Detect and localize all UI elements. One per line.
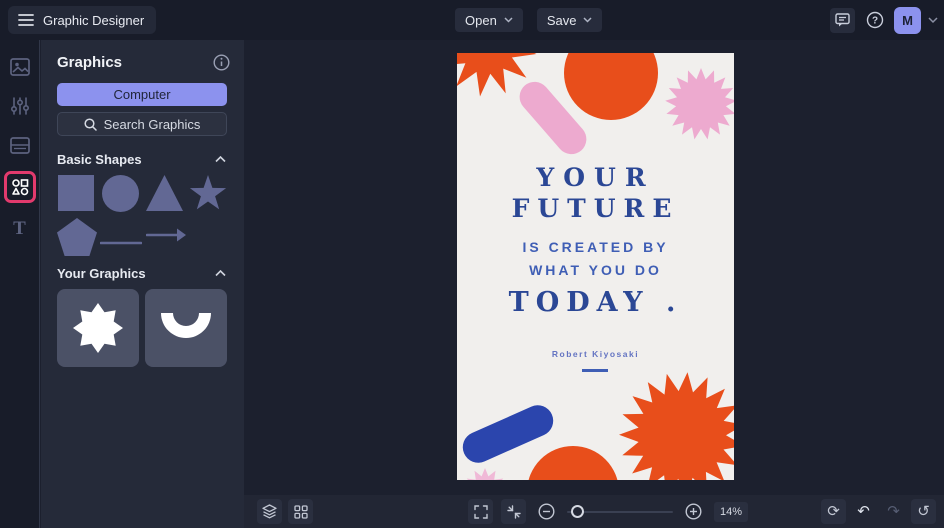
templates-icon [9, 136, 30, 154]
poster-artboard[interactable]: YOUR FUTURE IS CREATED BY WHAT YOU DO TO… [457, 53, 734, 480]
your-graphic-arc-tile[interactable] [145, 289, 227, 367]
quote-line-4: WHAT YOU DO [529, 262, 662, 278]
quote-line-5: TODAY . [508, 287, 683, 318]
fullscreen-icon [473, 504, 488, 519]
chat-icon [835, 13, 850, 27]
reset-history-button[interactable]: ↺ [911, 499, 936, 524]
eight-point-star-icon [73, 303, 123, 353]
basic-shapes-label: Basic Shapes [57, 152, 142, 167]
panel-title: Graphics [57, 54, 123, 71]
your-graphics-label: Your Graphics [57, 266, 146, 281]
file-actions: Open Save [455, 8, 603, 32]
bottom-toolbar: 14% ⟳ ↶ ↷ ↺ [244, 495, 944, 528]
shape-line[interactable] [99, 233, 143, 248]
redo-button[interactable]: ↷ [881, 499, 906, 524]
fit-to-screen-icon [506, 504, 521, 519]
circle-bottom [528, 446, 618, 480]
quote-line-1: YOUR [536, 163, 655, 192]
graphics-panel: Graphics Computer Search Graphics Basic … [41, 40, 244, 528]
computer-button[interactable]: Computer [57, 83, 227, 106]
app-title: Graphic Designer [43, 12, 145, 28]
starburst-bottom-right [619, 372, 734, 480]
hamburger-menu-icon [18, 14, 34, 26]
zoom-level-display[interactable]: 14% [714, 501, 748, 522]
your-graphics-section-header[interactable]: Your Graphics [57, 266, 226, 281]
grid-icon [293, 504, 308, 519]
help-button[interactable]: ? [862, 8, 887, 33]
sidebar-item-images[interactable] [7, 54, 33, 80]
chevron-down-icon [583, 17, 592, 23]
search-icon [84, 117, 97, 131]
layers-icon [262, 504, 277, 519]
shape-arrow[interactable] [145, 228, 186, 245]
zoom-slider-handle[interactable] [571, 504, 584, 518]
help-icon: ? [866, 11, 883, 29]
app-window: Graphic Designer Open Save ? M T Graphic… [0, 0, 944, 528]
shape-square[interactable] [58, 175, 94, 214]
user-avatar[interactable]: M [894, 6, 921, 34]
layers-button[interactable] [257, 499, 282, 524]
refresh-icon: ⟳ [827, 502, 840, 520]
author-underline [582, 369, 608, 372]
graphics-icon [11, 179, 28, 196]
chevron-down-icon [504, 17, 513, 23]
svg-text:?: ? [871, 16, 877, 27]
fullscreen-button[interactable] [468, 499, 493, 524]
info-icon[interactable] [213, 54, 230, 71]
sidebar-item-text[interactable]: T [7, 216, 33, 242]
save-button[interactable]: Save [536, 8, 603, 32]
account-chevron-down-icon[interactable] [928, 16, 938, 24]
shape-triangle[interactable] [146, 175, 183, 214]
chevron-up-icon [215, 156, 226, 163]
circle-top [564, 53, 658, 120]
starburst-bottom-left [466, 468, 504, 480]
zoom-controls: 14% [468, 499, 748, 524]
fit-to-screen-button[interactable] [501, 499, 526, 524]
zoom-slider[interactable] [567, 504, 673, 519]
tool-rail: T [0, 40, 40, 528]
feedback-button[interactable] [830, 7, 855, 33]
undo-button[interactable]: ↶ [851, 499, 876, 524]
text-icon: T [13, 218, 26, 239]
redo-icon: ↷ [887, 502, 900, 520]
search-graphics-button[interactable]: Search Graphics [57, 112, 227, 136]
save-button-label: Save [546, 12, 577, 28]
app-menu[interactable]: Graphic Designer [8, 6, 157, 34]
your-graphic-star-tile[interactable] [57, 289, 139, 367]
zoom-out-button[interactable] [534, 499, 559, 524]
sidebar-item-graphics[interactable] [3, 171, 36, 203]
open-button[interactable]: Open [455, 8, 523, 32]
account-actions: ? M [830, 0, 938, 40]
adjustments-icon [10, 97, 29, 115]
shape-star[interactable] [188, 174, 228, 215]
undo-icon: ↶ [857, 502, 870, 520]
zoom-in-icon [685, 503, 702, 520]
graphics-panel-header: Graphics [57, 54, 230, 71]
search-graphics-label: Search Graphics [103, 116, 201, 132]
shape-circle[interactable] [102, 175, 139, 215]
zoom-in-button[interactable] [681, 499, 706, 524]
top-bar: Graphic Designer Open Save ? M [0, 0, 944, 40]
images-icon [9, 58, 30, 76]
history-icon: ↺ [917, 502, 930, 520]
quote-line-3: IS CREATED BY [522, 239, 669, 255]
quote-author: Robert Kiyosaki [551, 349, 640, 359]
history-controls: ⟳ ↶ ↷ ↺ [821, 499, 936, 524]
smile-arc-icon [161, 313, 211, 338]
starburst-top-right [665, 68, 734, 140]
chevron-up-icon [215, 270, 226, 277]
sidebar-item-templates[interactable] [7, 132, 33, 158]
quote-line-2: FUTURE [511, 194, 680, 223]
refresh-button[interactable]: ⟳ [821, 499, 846, 524]
zoom-out-icon [538, 503, 555, 520]
bottom-left-tools [257, 499, 313, 524]
sidebar-item-adjustments[interactable] [7, 93, 33, 119]
shape-pentagon[interactable] [57, 218, 97, 259]
pages-grid-button[interactable] [288, 499, 313, 524]
open-button-label: Open [465, 12, 497, 28]
basic-shapes-section-header[interactable]: Basic Shapes [57, 152, 226, 167]
avatar-initial: M [902, 12, 913, 28]
